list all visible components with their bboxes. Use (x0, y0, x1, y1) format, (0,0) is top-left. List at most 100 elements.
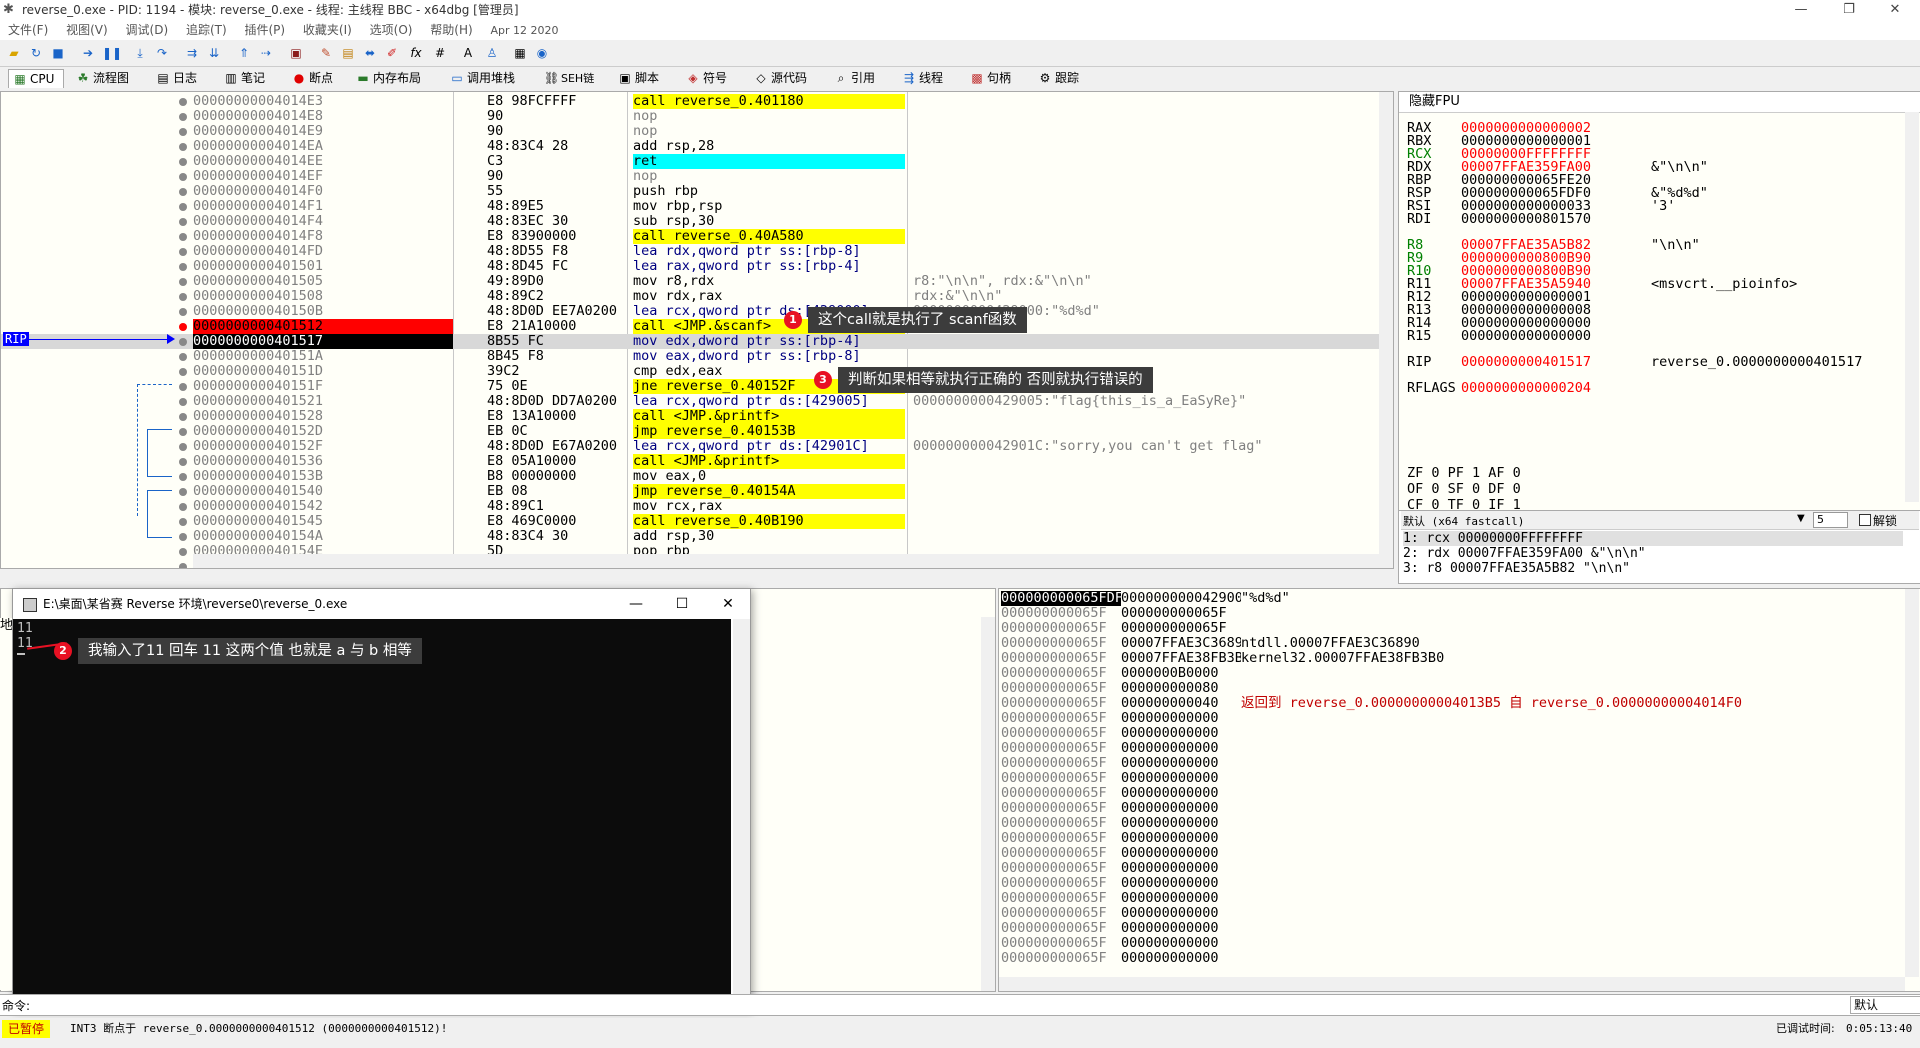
disassembly-row[interactable]: 0000000000401542 48:89C1 mov rcx,rax (1, 499, 1379, 514)
stack-hscroll[interactable] (999, 977, 1905, 991)
close-button[interactable]: ✕ (1872, 0, 1918, 20)
hide-fpu-toggle[interactable]: 隐藏FPU (1399, 92, 1920, 113)
stack-row[interactable]: 000000000065F 000000000000 (1001, 906, 1241, 921)
disassembly-row[interactable]: 00000000004014EA 48:83C4 28 add rsp,28 (1, 139, 1379, 154)
patch-icon[interactable]: ▣ (288, 45, 304, 61)
command-input[interactable] (36, 996, 1844, 1012)
register-row-rflags[interactable]: RFLAGS 0000000000000204 (1407, 380, 1651, 396)
tab-handles[interactable]: ▩ 句柄 (966, 69, 1020, 87)
tab-symbols[interactable]: ◈ 符号 (682, 69, 736, 87)
run-icon[interactable]: ➔ (80, 45, 96, 61)
stack-row[interactable]: 000000000065F 000000000040 返回到 reverse_0.0… (1001, 696, 1742, 711)
menu-trace[interactable]: 追踪(T) (186, 23, 227, 37)
execute-till-return-icon[interactable]: ⇑ (236, 45, 252, 61)
stack-row[interactable]: 000000000065F 000000000000 (1001, 951, 1241, 966)
pause-icon[interactable]: ❚❚ (102, 45, 122, 61)
menu-debug[interactable]: 调试(D) (126, 23, 169, 37)
breakpoint-dot-icon[interactable] (179, 248, 187, 256)
stack-row[interactable]: 000000000065F 000000000000 (1001, 921, 1241, 936)
register-vscroll[interactable] (1905, 112, 1919, 502)
disassembly-row[interactable]: 00000000004014EE C3 ret (1, 154, 1379, 169)
tab-seh-chain[interactable]: ⛓ SEH链 (540, 69, 604, 87)
minimize-button[interactable]: — (1778, 0, 1824, 20)
disassembly-row[interactable]: 000000000040151D 39C2 cmp edx,eax (1, 364, 1379, 379)
breakpoint-dot-icon[interactable] (179, 458, 187, 466)
disassembly-hscroll[interactable] (193, 554, 1379, 568)
breakpoint-dot-icon[interactable] (179, 398, 187, 406)
breakpoint-dot-icon[interactable] (179, 173, 187, 181)
disassembly-row[interactable]: 00000000004014F0 55 push rbp (1, 184, 1379, 199)
disassembly-row[interactable]: 0000000000401545 E8 469C0000 call reverse_… (1, 514, 1379, 529)
console-close-button[interactable]: ✕ (705, 589, 751, 619)
breakpoint-dot-icon[interactable] (179, 308, 187, 316)
unlock-checkbox[interactable] (1859, 514, 1871, 526)
calculator-icon[interactable]: ▦ (512, 45, 528, 61)
stack-row[interactable]: 000000000065F 000000000080 (1001, 681, 1241, 696)
breakpoint-dot-icon[interactable] (179, 533, 187, 541)
register-value[interactable]: 0000000000401517 (1461, 354, 1651, 370)
disassembly-row[interactable]: 00000000004014FD 48:8D55 F8 lea rdx,qword … (1, 244, 1379, 259)
stack-row[interactable]: 000000000065F 000000000065F (1001, 621, 1241, 636)
disassembly-row[interactable]: 000000000040151F 75 0E jne reverse_0.40152… (1, 379, 1379, 394)
menu-favourites[interactable]: 收藏夹(I) (303, 23, 352, 37)
register-value[interactable]: 0000000000801570 (1461, 211, 1651, 227)
stack-row[interactable]: 000000000065F 000000000000 (1001, 831, 1241, 846)
stack-row[interactable]: 000000000065F 000000000000 (1001, 741, 1241, 756)
menu-view[interactable]: 视图(V) (66, 23, 108, 37)
breakpoint-dot-icon[interactable] (179, 158, 187, 166)
tab-breakpoints[interactable]: ● 断点 (288, 69, 342, 87)
open-file-icon[interactable]: ▰ (6, 45, 22, 61)
breakpoint-dot-icon[interactable] (179, 518, 187, 526)
run-to-user-code-icon[interactable]: ⇢ (258, 45, 274, 61)
tab-script[interactable]: ▣ 脚本 (614, 69, 668, 87)
disassembly-row[interactable]: 0000000000401505 49:89D0 mov r8,rdx r8:"\n\… (1, 274, 1379, 289)
breakpoint-dot-icon[interactable] (179, 98, 187, 106)
breakpoint-dot-icon[interactable] (179, 368, 187, 376)
stack-row[interactable]: 000000000065F 000000000000 (1001, 801, 1241, 816)
disassembly-row[interactable]: 0000000000401501 48:8D45 FC lea rax,qword … (1, 259, 1379, 274)
stack-row[interactable]: 000000000065F 000000000000 (1001, 711, 1241, 726)
tab-notes[interactable]: ▥ 笔记 (220, 69, 274, 87)
trace-into-icon[interactable]: ⇉ (184, 45, 200, 61)
disassembly-row[interactable]: 000000000040154A 48:83C4 30 add rsp,30 (1, 529, 1379, 544)
stack-row[interactable]: 000000000065F 0000000B0000 (1001, 666, 1241, 681)
stack-row[interactable]: 000000000065F 00007FFAE38FB3B0kernel32.00… (1001, 651, 1444, 666)
disassembly-row[interactable]: 0000000000401517 8B55 FC mov edx,dword ptr… (1, 334, 1379, 349)
disassembly-row[interactable]: 0000000000401508 48:89C2 mov rdx,rax rdx:&"… (1, 289, 1379, 304)
register-row-rip[interactable]: RIP 0000000000401517 reverse_0.00000000004… (1407, 354, 1862, 370)
step-over-icon[interactable]: ↷ (154, 45, 170, 61)
menu-plugins[interactable]: 插件(P) (244, 23, 285, 37)
stack-row[interactable]: 000000000065F 000000000000 (1001, 891, 1241, 906)
breakpoint-dot-icon[interactable] (179, 143, 187, 151)
disassembly-row[interactable]: 00000000004014F1 48:89E5 mov rbp,rsp (1, 199, 1379, 214)
disassembly-row[interactable]: 00000000004014E8 90 nop (1, 109, 1379, 124)
console-output[interactable]: 11 11 (13, 619, 731, 1009)
bookmark-icon[interactable]: ⬌ (362, 45, 378, 61)
stack-row[interactable]: 000000000065F 000000000000 (1001, 876, 1241, 891)
disassembly-row[interactable]: 00000000004014EF 90 nop (1, 169, 1379, 184)
maximize-button[interactable]: ❐ (1826, 0, 1872, 20)
breakpoint-dot-icon[interactable] (179, 473, 187, 481)
disassembly-row[interactable]: 0000000000401512 E8 21A10000 call <JMP.&sc… (1, 319, 1379, 334)
tab-source[interactable]: ◇ 源代码 (750, 69, 820, 87)
menu-help[interactable]: 帮助(H) (430, 23, 472, 37)
menu-options[interactable]: 选项(O) (370, 23, 413, 37)
stack-row[interactable]: 000000000065F 000000000000 (1001, 816, 1241, 831)
disassembly-row[interactable]: 000000000040150B 48:8D0D EE7A0200 lea rcx,… (1, 304, 1379, 319)
register-row-rdi[interactable]: RDI 0000000000801570 (1407, 211, 1651, 227)
disassembly-row[interactable]: 000000000040151A 8B45 F8 mov eax,dword ptr… (1, 349, 1379, 364)
breakpoint-dot-icon[interactable] (179, 323, 187, 331)
function-icon[interactable]: ✐ (384, 45, 400, 61)
command-mode-select[interactable]: 默认 (1850, 996, 1920, 1014)
breakpoint-dot-icon[interactable] (179, 383, 187, 391)
disassembly-vscroll[interactable] (1379, 92, 1393, 568)
breakpoint-dot-icon[interactable] (179, 413, 187, 421)
breakpoint-dot-icon[interactable] (179, 218, 187, 226)
stack-row[interactable]: 000000000065F 000000000000 (1001, 756, 1241, 771)
disassembly-row[interactable]: 00000000004014F4 48:83EC 30 sub rsp,30 (1, 214, 1379, 229)
disassembly-view[interactable]: 00000000004014E3 E8 98FCFFFF call reverse_… (0, 91, 1394, 569)
tab-trace[interactable]: ⚙ 跟踪 (1034, 69, 1088, 87)
breakpoint-dot-icon[interactable] (179, 428, 187, 436)
disassembly-row[interactable]: 0000000000401536 E8 05A10000 call <JMP.&pr… (1, 454, 1379, 469)
breakpoint-dot-icon[interactable] (179, 563, 187, 568)
